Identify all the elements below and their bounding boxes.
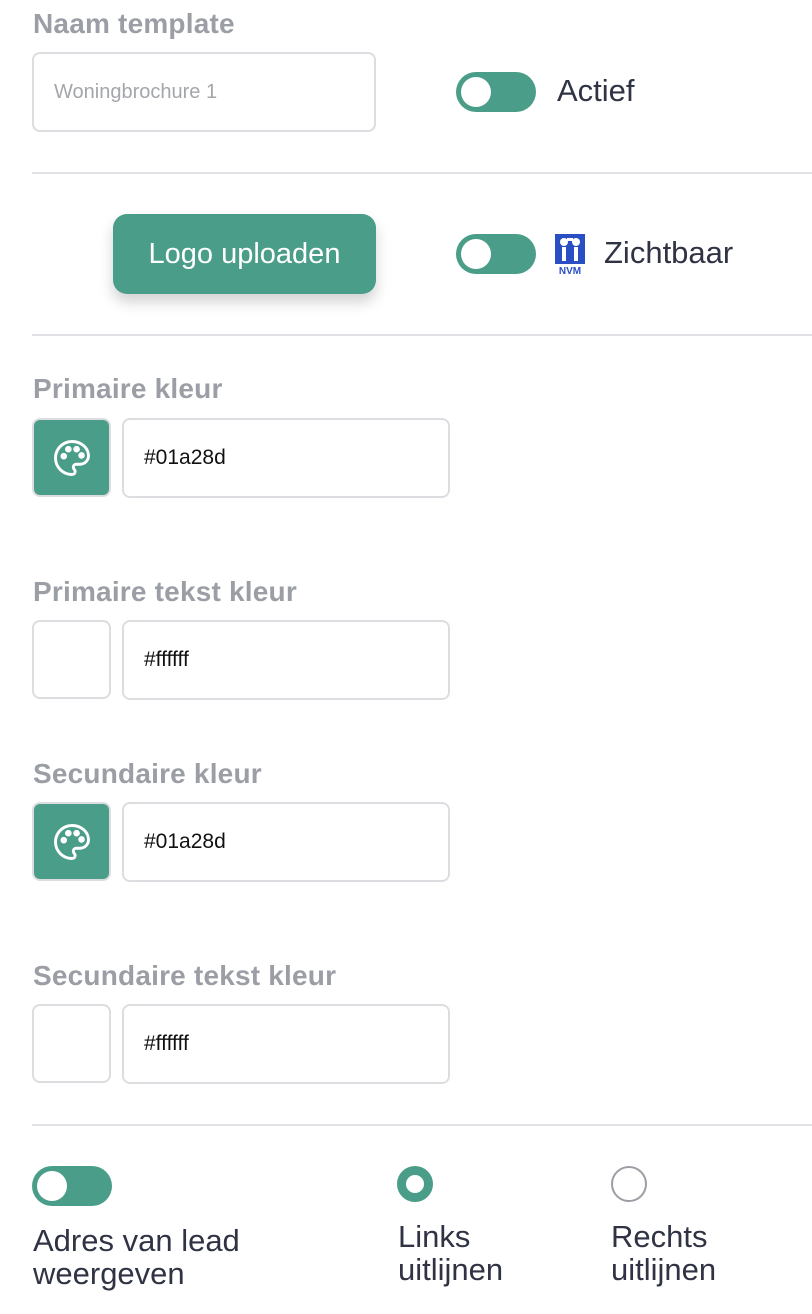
address-label-line1: Adres van lead — [33, 1223, 240, 1258]
primary-color-input[interactable] — [122, 418, 450, 498]
primary-text-color-label: Primaire tekst kleur — [33, 576, 297, 607]
divider — [32, 172, 812, 174]
align-left-label-line1: Links — [398, 1219, 471, 1254]
toggle-knob — [37, 1171, 67, 1201]
active-label: Actief — [557, 73, 635, 108]
logo-visible-label: Zichtbaar — [604, 235, 734, 270]
primary-text-color-swatch[interactable] — [32, 620, 111, 699]
primary-color-label: Primaire kleur — [33, 373, 223, 404]
align-left-label-line2: uitlijnen — [398, 1252, 504, 1287]
secondary-color-swatch[interactable] — [32, 802, 111, 881]
divider — [32, 334, 812, 336]
logo-upload-button[interactable]: Logo uploaden — [113, 214, 376, 294]
align-right-radio[interactable] — [611, 1166, 647, 1202]
divider — [32, 1124, 812, 1126]
nvm-logo-text: NVM — [559, 266, 581, 276]
template-settings-page: Naam template Actief Logo uploaden NVM Z… — [0, 0, 812, 1314]
toggle-knob — [461, 239, 491, 269]
secondary-color-label: Secundaire kleur — [33, 758, 262, 789]
address-label: Adres van lead weergeven — [33, 1224, 240, 1290]
primary-color-swatch[interactable] — [32, 418, 111, 497]
address-label-line2: weergeven — [33, 1256, 185, 1291]
template-name-label: Naam template — [33, 8, 235, 39]
secondary-text-color-input[interactable] — [122, 1004, 450, 1084]
toggle-knob — [461, 77, 491, 107]
align-right-label-line2: uitlijnen — [611, 1252, 717, 1287]
primary-text-color-input[interactable] — [122, 620, 450, 700]
nvm-logo-icon: NVM — [555, 234, 585, 277]
address-toggle[interactable] — [32, 1166, 112, 1206]
active-toggle[interactable] — [456, 72, 536, 112]
secondary-text-color-swatch[interactable] — [32, 1004, 111, 1083]
secondary-text-color-label: Secundaire tekst kleur — [33, 960, 337, 991]
align-right-label: Rechts uitlijnen — [611, 1220, 716, 1286]
secondary-color-input[interactable] — [122, 802, 450, 882]
palette-icon — [53, 439, 90, 476]
align-left-radio[interactable] — [397, 1166, 433, 1202]
logo-visible-toggle[interactable] — [456, 234, 536, 274]
align-left-label: Links uitlijnen — [398, 1220, 503, 1286]
align-right-label-line1: Rechts — [611, 1219, 708, 1254]
palette-icon — [53, 823, 90, 860]
template-name-input[interactable] — [32, 52, 376, 132]
